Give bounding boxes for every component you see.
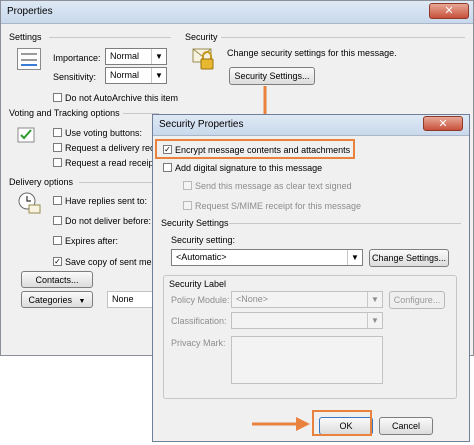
chevron-down-icon: ▼ xyxy=(367,292,382,307)
do-not-deliver-checkbox[interactable] xyxy=(53,216,62,225)
security-divider xyxy=(221,37,465,38)
security-dialog-close-button[interactable]: ✕ xyxy=(423,116,463,131)
save-copy-label: Save copy of sent messa xyxy=(65,257,166,267)
encrypt-highlight xyxy=(155,139,355,159)
categories-value: None xyxy=(112,294,134,304)
use-voting-label: Use voting buttons: xyxy=(65,128,143,138)
security-label-group-label: Security Label xyxy=(169,279,227,289)
chevron-down-icon: ▼ xyxy=(78,298,86,305)
cancel-button[interactable]: Cancel xyxy=(379,417,433,435)
add-signature-label: Add digital signature to this message xyxy=(175,163,323,173)
security-settings-group-label: Security Settings xyxy=(161,218,229,228)
delivery-receipt-checkbox[interactable] xyxy=(53,143,62,152)
delivery-group-label: Delivery options xyxy=(9,177,74,187)
use-voting-checkbox[interactable] xyxy=(53,128,62,137)
smime-receipt-label: Request S/MIME receipt for this message xyxy=(195,201,362,211)
classification-label: Classification: xyxy=(171,316,227,326)
settings-divider xyxy=(49,37,171,38)
read-receipt-checkbox[interactable] xyxy=(53,158,62,167)
security-setting-value: <Automatic> xyxy=(176,252,227,262)
importance-select[interactable]: Normal ▼ xyxy=(105,48,167,65)
policy-module-label: Policy Module: xyxy=(171,295,230,305)
have-replies-checkbox[interactable] xyxy=(53,196,62,205)
security-dialog-title: Security Properties xyxy=(159,119,244,130)
contacts-button[interactable]: Contacts... xyxy=(21,271,93,288)
chevron-down-icon: ▼ xyxy=(367,313,382,328)
properties-titlebar xyxy=(1,1,473,24)
chevron-down-icon: ▼ xyxy=(151,49,166,64)
importance-label: Importance: xyxy=(53,53,101,63)
properties-title: Properties xyxy=(7,6,53,17)
policy-module-value: <None> xyxy=(236,294,269,304)
sensitivity-label: Sensitivity: xyxy=(53,72,97,82)
categories-button-label: Categories xyxy=(28,295,73,305)
clear-text-label: Send this message as clear text signed xyxy=(195,181,352,191)
sensitivity-select[interactable]: Normal ▼ xyxy=(105,67,167,84)
ok-callout-arrow xyxy=(252,417,310,431)
security-settings-divider xyxy=(229,223,461,224)
autoarchive-checkbox[interactable] xyxy=(53,93,62,102)
security-properties-dialog: Security Properties ✕ ✓ Encrypt message … xyxy=(152,114,470,442)
voting-group-label: Voting and Tracking options xyxy=(9,108,120,118)
delivery-clock-icon xyxy=(17,191,41,215)
voting-icon xyxy=(17,125,37,145)
classification-select[interactable]: ▼ xyxy=(231,312,383,329)
do-not-deliver-label: Do not deliver before: xyxy=(65,216,152,226)
autoarchive-label: Do not AutoArchive this item xyxy=(65,93,179,103)
settings-group-label: Settings xyxy=(9,32,42,42)
properties-close-button[interactable]: ✕ xyxy=(429,3,469,19)
lock-envelope-icon xyxy=(192,45,216,71)
privacy-mark-label: Privacy Mark: xyxy=(171,338,226,348)
read-receipt-label: Request a read receipt xyxy=(65,158,157,168)
add-signature-checkbox[interactable] xyxy=(163,163,172,172)
configure-button[interactable]: Configure... xyxy=(389,291,445,309)
security-settings-button[interactable]: Security Settings... xyxy=(229,67,315,85)
ok-highlight xyxy=(312,410,372,436)
delivery-receipt-label: Request a delivery recei xyxy=(65,143,162,153)
security-setting-select[interactable]: <Automatic> ▼ xyxy=(171,249,363,266)
sensitivity-value: Normal xyxy=(110,70,140,80)
expires-after-label: Expires after: xyxy=(65,236,119,246)
importance-value: Normal xyxy=(110,51,140,61)
security-description: Change security settings for this messag… xyxy=(227,48,397,58)
privacy-mark-field[interactable] xyxy=(231,336,383,384)
security-setting-label: Security setting: xyxy=(171,235,236,245)
security-group-label: Security xyxy=(185,32,218,42)
have-replies-label: Have replies sent to: xyxy=(65,196,148,206)
policy-module-select[interactable]: <None> ▼ xyxy=(231,291,383,308)
clear-text-checkbox[interactable] xyxy=(183,181,192,190)
smime-receipt-checkbox[interactable] xyxy=(183,201,192,210)
delivery-divider xyxy=(79,182,157,183)
chevron-down-icon: ▼ xyxy=(347,250,362,265)
categories-button[interactable]: Categories ▼ xyxy=(21,291,93,308)
chevron-down-icon: ▼ xyxy=(151,68,166,83)
settings-icon xyxy=(17,48,41,70)
change-settings-button[interactable]: Change Settings... xyxy=(369,249,449,267)
expires-after-checkbox[interactable] xyxy=(53,236,62,245)
save-copy-checkbox[interactable]: ✓ xyxy=(53,257,62,266)
